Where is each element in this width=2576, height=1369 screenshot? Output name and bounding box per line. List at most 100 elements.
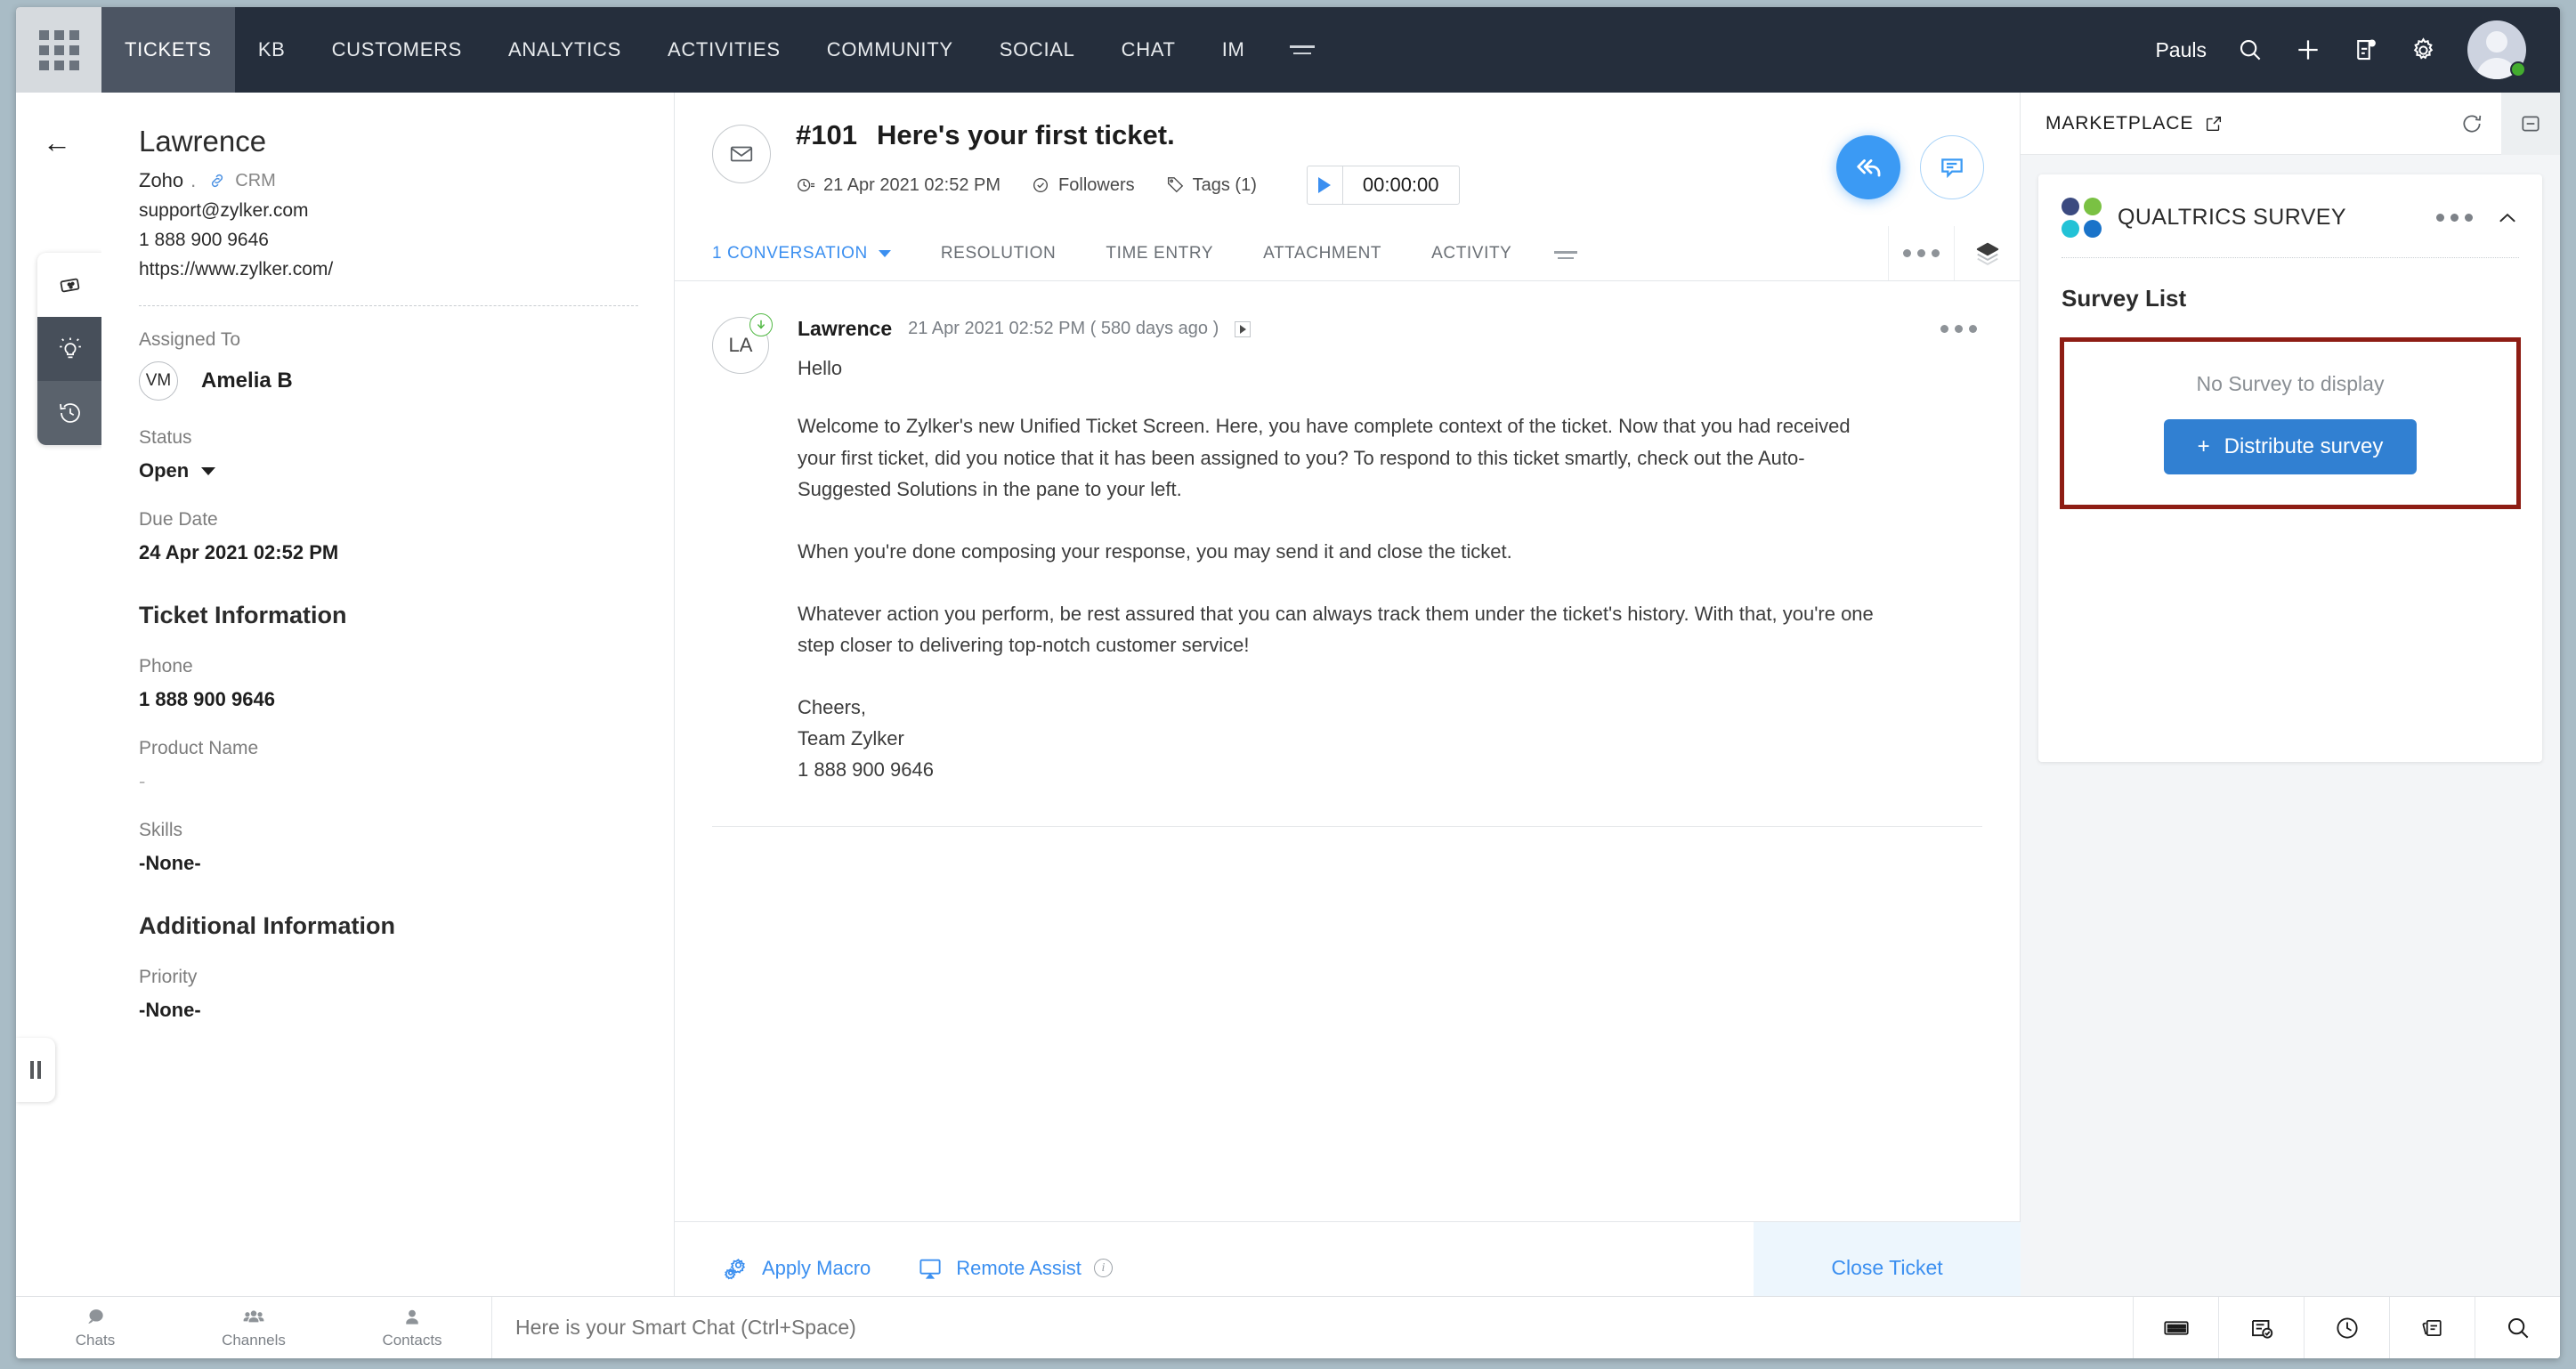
gear-icon[interactable] — [2410, 36, 2437, 64]
contact-person-icon — [401, 1306, 424, 1329]
ticket-header: #101 Here's your first ticket. 21 Apr 20… — [675, 93, 2020, 205]
message-avatar-wrap: LA — [712, 317, 769, 785]
followers-button[interactable]: Followers — [1031, 175, 1135, 196]
message-paragraph-2: When you're done composing your response… — [798, 536, 1875, 568]
search-icon[interactable] — [2475, 1297, 2560, 1358]
more-dots-icon[interactable] — [1935, 320, 1982, 338]
marketplace-title: MARKETPLACE — [2045, 113, 2193, 134]
nav-tab-customers[interactable]: CUSTOMERS — [309, 7, 485, 93]
tags-label: Tags (1) — [1193, 175, 1257, 196]
chevron-up-icon[interactable] — [2496, 207, 2519, 230]
nav-tab-label: CHAT — [1122, 38, 1176, 61]
macro-gear-icon — [723, 1255, 749, 1282]
ticket-title-row: #101 Here's your first ticket. — [796, 119, 1836, 151]
message-area: LA Lawrence 21 Apr 2021 02:52 PM ( 580 d… — [675, 281, 2020, 827]
assigned-to-label: Assigned To — [139, 329, 638, 351]
nav-tab-social[interactable]: SOCIAL — [976, 7, 1098, 93]
plus-icon[interactable] — [2294, 36, 2322, 64]
task-check-icon[interactable] — [2218, 1297, 2304, 1358]
nav-tab-analytics[interactable]: ANALYTICS — [485, 7, 644, 93]
conversation-tabs: 1 CONVERSATION RESOLUTION TIME ENTRY ATT… — [675, 226, 2020, 281]
assignee-row[interactable]: VM Amelia B — [139, 361, 638, 401]
rail-button-group — [37, 253, 103, 445]
org-separator: . — [190, 169, 196, 192]
nav-tab-label: KB — [258, 38, 286, 61]
refresh-icon[interactable] — [2442, 93, 2501, 155]
search-icon[interactable] — [2237, 36, 2264, 63]
nav-tab-label: SOCIAL — [1000, 38, 1075, 61]
external-link-icon[interactable] — [2204, 114, 2224, 134]
divider — [139, 305, 638, 306]
grid-apps-icon[interactable] — [16, 7, 101, 93]
priority-value: -None- — [139, 999, 638, 1022]
cards-icon[interactable] — [37, 253, 103, 317]
bottom-tab-channels[interactable]: Channels — [174, 1297, 333, 1358]
comment-button[interactable] — [1920, 135, 1984, 199]
chat-bubble-icon — [84, 1306, 107, 1329]
tab-resolution[interactable]: RESOLUTION — [916, 226, 1081, 280]
minimize-icon[interactable] — [2501, 93, 2560, 155]
channels-group-icon — [241, 1306, 266, 1329]
nav-tab-community[interactable]: COMMUNITY — [804, 7, 976, 93]
lightbulb-icon[interactable] — [37, 317, 103, 381]
tab-time-entry[interactable]: TIME ENTRY — [1081, 226, 1238, 280]
tab-activity[interactable]: ACTIVITY — [1406, 226, 1536, 280]
bottom-tab-label: Chats — [76, 1332, 115, 1349]
bottom-tab-contacts[interactable]: Contacts — [333, 1297, 491, 1358]
nav-tab-im[interactable]: IM — [1199, 7, 1268, 93]
skills-label: Skills — [139, 820, 638, 841]
info-icon[interactable]: i — [1094, 1259, 1113, 1277]
contact-phone[interactable]: 1 888 900 9646 — [139, 230, 638, 251]
tab-list-icon[interactable] — [1536, 226, 1595, 280]
more-dots-icon[interactable] — [1888, 226, 1954, 280]
history-icon[interactable] — [37, 381, 103, 445]
tab-label: ATTACHMENT — [1263, 244, 1381, 263]
nav-tab-kb[interactable]: KB — [235, 7, 309, 93]
clock-icon[interactable] — [2304, 1297, 2389, 1358]
phone-value: 1 888 900 9646 — [139, 688, 638, 711]
status-dropdown[interactable]: Open — [139, 459, 638, 482]
back-arrow-icon[interactable]: ← — [43, 128, 71, 157]
tab-label: TIME ENTRY — [1106, 244, 1213, 263]
search-input[interactable] — [515, 1316, 2133, 1340]
created-at-value: 21 Apr 2021 02:52 PM — [823, 175, 1000, 196]
more-dots-icon[interactable] — [2436, 214, 2473, 222]
nav-tab-label: COMMUNITY — [827, 38, 953, 61]
notes-notification-icon[interactable] — [2353, 36, 2379, 63]
keyboard-icon[interactable] — [2133, 1297, 2218, 1358]
nav-tab-label: TICKETS — [125, 38, 212, 61]
bottom-tab-chats[interactable]: Chats — [16, 1297, 174, 1358]
nav-tab-label: ANALYTICS — [508, 38, 621, 61]
bottom-status-bar: Chats Channels — [16, 1296, 2560, 1358]
cards-stack-icon[interactable] — [2389, 1297, 2475, 1358]
layers-icon[interactable] — [1954, 226, 2020, 280]
signature-phone: 1 888 900 9646 — [798, 754, 1982, 785]
plus-icon: + — [2198, 434, 2210, 459]
survey-empty-state-highlight: No Survey to display + Distribute survey — [2060, 337, 2521, 509]
signature-team: Team Zylker — [798, 723, 1982, 754]
avatar[interactable] — [2467, 20, 2526, 79]
tab-attachment[interactable]: ATTACHMENT — [1238, 226, 1406, 280]
status-label: Status — [139, 427, 638, 449]
nav-tab-activities[interactable]: ACTIVITIES — [644, 7, 804, 93]
remote-assist-label: Remote Assist — [956, 1257, 1081, 1280]
contact-email[interactable]: support@zylker.com — [139, 200, 638, 222]
signature-signoff: Cheers, — [798, 692, 1982, 723]
message-body: Lawrence 21 Apr 2021 02:52 PM ( 580 days… — [798, 317, 1982, 785]
more-menu-icon[interactable] — [1268, 7, 1336, 93]
play-icon[interactable] — [1308, 166, 1343, 204]
left-icon-rail: ← — [16, 93, 101, 1358]
distribute-survey-button[interactable]: + Distribute survey — [2164, 419, 2418, 474]
contact-website[interactable]: https://www.zylker.com/ — [139, 259, 638, 280]
collapse-panel-handle[interactable] — [16, 1038, 55, 1102]
expand-arrow-icon[interactable] — [1235, 321, 1251, 337]
followers-check-icon — [1031, 175, 1050, 195]
nav-tab-tickets[interactable]: TICKETS — [101, 7, 235, 93]
message-signature: Cheers, Team Zylker 1 888 900 9646 — [798, 692, 1982, 786]
tab-conversation[interactable]: 1 CONVERSATION — [712, 226, 916, 280]
nav-tab-chat[interactable]: CHAT — [1098, 7, 1199, 93]
tags-button[interactable]: Tags (1) — [1165, 175, 1257, 196]
main-nav-items: TICKETS KB CUSTOMERS ANALYTICS ACTIVITIE… — [101, 7, 1336, 93]
time-tracker[interactable]: 00:00:00 — [1307, 166, 1460, 205]
reply-all-button[interactable] — [1836, 135, 1900, 199]
